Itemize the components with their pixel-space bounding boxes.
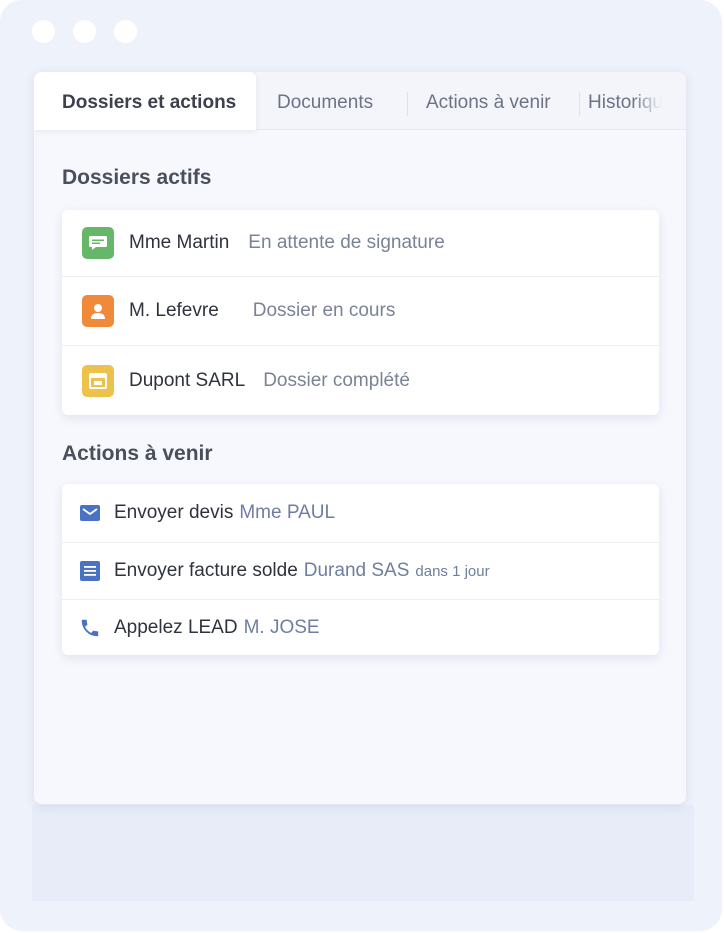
action-label: Envoyer facture solde	[114, 560, 298, 581]
envelope-icon	[78, 501, 102, 525]
dossier-name: M. Lefevre	[129, 300, 219, 321]
action-row[interactable]: Appelez LEAD M. JOSE	[62, 600, 659, 655]
phone-icon	[78, 616, 102, 640]
dossier-row[interactable]: Mme Martin En attente de signature	[62, 210, 659, 277]
section-title-actions: Actions à venir	[62, 442, 213, 465]
user-icon	[82, 295, 114, 327]
document-icon	[78, 559, 102, 583]
tab-divider	[407, 92, 408, 116]
action-row[interactable]: Envoyer devis Mme PAUL	[62, 484, 659, 543]
tab-historique[interactable]: Historique	[588, 72, 662, 130]
app-window: Dossiers et actions Documents Actions à …	[0, 0, 722, 931]
main-panel: Dossiers et actions Documents Actions à …	[34, 72, 686, 804]
tab-divider	[579, 92, 580, 116]
tab-actions-a-venir[interactable]: Actions à venir	[426, 72, 551, 130]
dossier-row[interactable]: Dupont SARL Dossier complété	[62, 346, 659, 415]
dossier-status: Dossier complété	[263, 369, 410, 391]
action-row[interactable]: Envoyer facture solde Durand SAS dans 1 …	[62, 543, 659, 600]
dossiers-card: Mme Martin En attente de signature M. Le…	[62, 210, 659, 415]
action-label: Envoyer devis	[114, 502, 234, 523]
window-dot-maximize[interactable]	[114, 20, 137, 43]
building-icon	[82, 364, 114, 397]
actions-card: Envoyer devis Mme PAUL Envoyer facture s…	[62, 484, 659, 655]
window-dot-close[interactable]	[32, 20, 55, 43]
section-title-dossiers: Dossiers actifs	[62, 166, 212, 189]
dossier-row[interactable]: M. Lefevre Dossier en cours	[62, 277, 659, 346]
tab-documents[interactable]: Documents	[277, 72, 373, 130]
dossier-name: Mme Martin	[129, 232, 230, 253]
tab-dossiers-et-actions[interactable]: Dossiers et actions	[34, 72, 256, 130]
tab-bar: Dossiers et actions Documents Actions à …	[34, 72, 686, 130]
action-due: dans 1 jour	[415, 562, 490, 580]
dossier-status: Dossier en cours	[252, 300, 396, 321]
action-contact: Durand SAS	[303, 560, 410, 581]
action-label: Appelez LEAD	[114, 616, 238, 638]
action-contact: M. JOSE	[243, 616, 320, 638]
dossier-name: Dupont SARL	[129, 369, 246, 391]
window-footer-band	[32, 805, 694, 901]
message-icon	[82, 227, 114, 259]
window-controls	[32, 20, 137, 43]
dossier-status: En attente de signature	[248, 232, 445, 253]
window-dot-minimize[interactable]	[73, 20, 96, 43]
action-contact: Mme PAUL	[239, 502, 336, 523]
